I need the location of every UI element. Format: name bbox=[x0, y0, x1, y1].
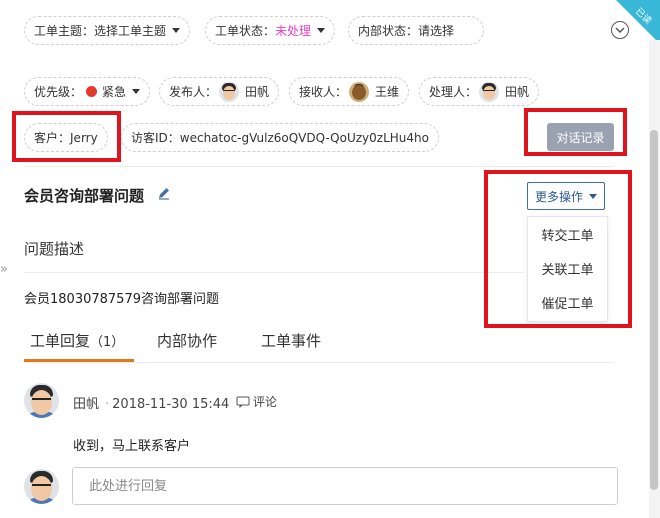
caret-down-icon bbox=[132, 89, 141, 94]
expand-sidebar-icon[interactable]: » bbox=[0, 262, 8, 277]
scrollbar-thumb[interactable] bbox=[650, 130, 658, 490]
visitor-id-field: 访客ID： wechatoc-gVulz6oQVDQ-QoUzy0zLHu4ho bbox=[121, 123, 439, 152]
avatar bbox=[219, 81, 240, 102]
caret-spacer bbox=[460, 28, 474, 33]
avatar bbox=[24, 469, 59, 504]
edit-pencil-icon[interactable] bbox=[157, 186, 171, 200]
status-select[interactable]: 工单状态： 未处理 bbox=[205, 16, 336, 45]
receiver-field[interactable]: 接收人： 王维 bbox=[289, 77, 410, 106]
dog-avatar bbox=[349, 81, 370, 102]
tab-events[interactable]: 工单事件 bbox=[261, 330, 321, 351]
collapse-filters-icon[interactable] bbox=[611, 21, 629, 39]
tab-replies[interactable]: 工单回复（1） bbox=[30, 330, 124, 351]
comment-icon bbox=[236, 396, 250, 408]
urgent-dot-icon bbox=[86, 86, 98, 97]
section-label: 问题描述 bbox=[24, 240, 85, 258]
internal-status-select[interactable]: 内部状态： 请选择 bbox=[348, 16, 485, 45]
ticket-description: 会员18030787579咨询部署问题 bbox=[24, 292, 219, 307]
reply-input[interactable] bbox=[72, 467, 618, 505]
divider bbox=[24, 362, 614, 363]
caret-down-icon bbox=[172, 28, 181, 33]
divider bbox=[24, 166, 614, 167]
avatar bbox=[479, 81, 500, 102]
highlight-box-more-actions bbox=[484, 170, 632, 328]
topic-select[interactable]: 工单主题： 选择工单主题 bbox=[24, 16, 191, 45]
caret-down-icon bbox=[317, 28, 326, 33]
reply-meta: 田帆 · 2018-11-30 15:44 bbox=[73, 397, 230, 412]
reply-content: 收到，马上联系客户 bbox=[73, 439, 191, 454]
priority-select[interactable]: 优先级： 紧急 bbox=[24, 77, 151, 106]
handler-field[interactable]: 处理人： 田帆 bbox=[419, 77, 540, 106]
avatar bbox=[24, 383, 59, 418]
page-title: 会员咨询部署问题 bbox=[24, 187, 145, 205]
highlight-box-customer bbox=[12, 111, 121, 162]
divider bbox=[24, 272, 524, 273]
tab-internal[interactable]: 内部协作 bbox=[157, 330, 217, 351]
comment-button[interactable]: 评论 bbox=[236, 393, 277, 410]
publisher-field[interactable]: 发布人： 田帆 bbox=[159, 77, 280, 106]
highlight-box-record bbox=[524, 108, 627, 156]
